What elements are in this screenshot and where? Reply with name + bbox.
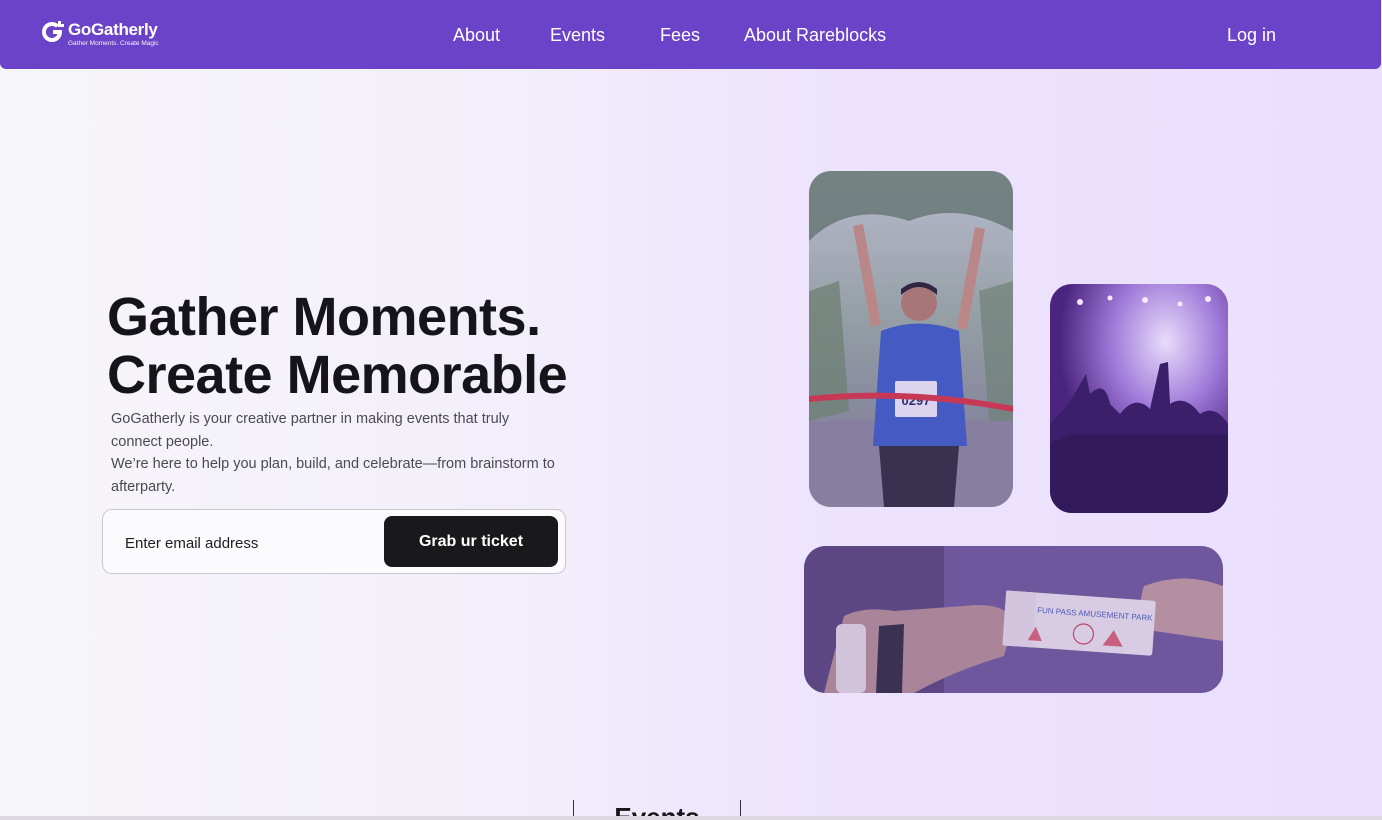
photo-ticket-handoff: FUN PASS AMUSEMENT PARK [804, 546, 1223, 693]
hero-desc-line-4: afterparty. [111, 478, 176, 495]
email-signup-form: Grab ur ticket [102, 509, 566, 574]
brand-name: GoGatherly [68, 20, 158, 39]
brand-logo[interactable]: GoGatherly Gather Moments. Create Magic [40, 20, 159, 52]
hero-description: GoGatherly is your creative partner in m… [111, 408, 571, 498]
nav-link-events[interactable]: Events [550, 24, 605, 46]
top-navbar: GoGatherly Gather Moments. Create Magic … [0, 0, 1381, 69]
hero-desc-line-2: connect people. [111, 433, 214, 450]
brand-tagline: Gather Moments. Create Magic [68, 40, 159, 47]
hero-desc-line-3: We’re here to help you plan, build, and … [111, 456, 555, 472]
email-input[interactable] [123, 528, 382, 558]
hero-title-line-2: Create Memorable [107, 345, 568, 405]
photo-concert-crowd [1050, 284, 1228, 513]
hero-desc-line-1: GoGatherly is your creative partner in m… [111, 411, 510, 427]
hero-title-line-1: Gather Moments. [107, 287, 541, 347]
hero-title: Gather Moments. Create Memorable [107, 287, 568, 405]
nav-link-about[interactable]: About [453, 24, 500, 46]
gogatherly-logo-icon [40, 20, 64, 44]
login-link[interactable]: Log in [1227, 24, 1276, 46]
section-divider [0, 816, 1382, 820]
grab-ticket-button[interactable]: Grab ur ticket [384, 516, 558, 567]
photo-runner-finish: 0297 [809, 171, 1013, 507]
nav-link-about-rareblocks[interactable]: About Rareblocks [744, 24, 886, 46]
nav-link-fees[interactable]: Fees [660, 24, 700, 46]
